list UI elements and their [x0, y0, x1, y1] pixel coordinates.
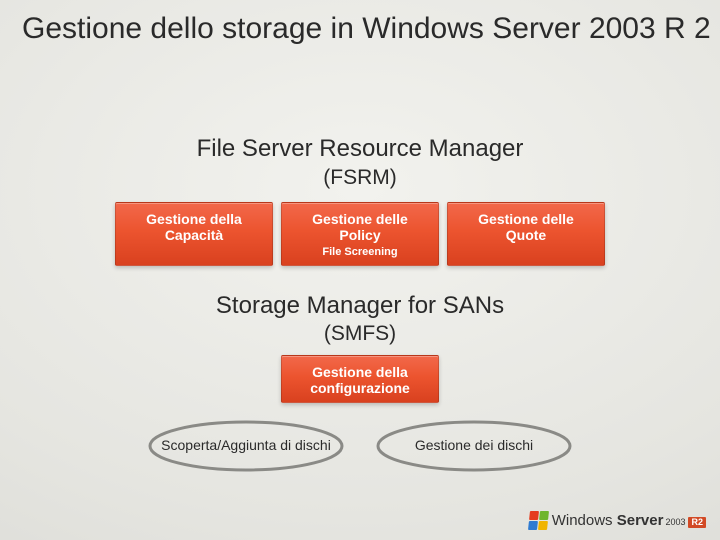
- block-capacity-l1: Gestione della: [146, 211, 242, 227]
- block-policy-small: File Screening: [286, 246, 434, 259]
- windows-flag-icon: [528, 511, 549, 530]
- ellipse-disks-label: Gestione dei dischi: [374, 418, 574, 474]
- brand-suffix: Server: [617, 512, 664, 529]
- section2-heading: Storage Manager for SANs: [0, 292, 720, 320]
- slide: Gestione dello storage in Windows Server…: [0, 0, 720, 540]
- block-config-l1: Gestione della: [312, 364, 408, 380]
- block-quota-l1: Gestione delle: [478, 211, 574, 227]
- ellipse-discovery-label: Scoperta/Aggiunta di dischi: [146, 418, 346, 474]
- block-config: Gestione della configurazione: [281, 355, 439, 403]
- section1-sub: (FSRM): [0, 166, 720, 190]
- slide-title: Gestione dello storage in Windows Server…: [22, 12, 711, 47]
- block-capacity: Gestione della Capacità: [115, 202, 273, 266]
- brand-prefix: Windows: [552, 512, 613, 529]
- footer-logo: Windows Server2003R2: [529, 511, 706, 530]
- footer-logo-text: Windows Server2003R2: [552, 513, 706, 528]
- r2-badge: R2: [688, 517, 706, 528]
- block-quota: Gestione delle Quote: [447, 202, 605, 266]
- ellipse-discovery: Scoperta/Aggiunta di dischi: [146, 418, 346, 474]
- ellipse-disks: Gestione dei dischi: [374, 418, 574, 474]
- block-policy-l1: Gestione delle: [312, 211, 408, 227]
- section1-row: Gestione della Capacità Gestione delle P…: [0, 202, 720, 266]
- block-quota-l2: Quote: [506, 227, 546, 243]
- block-policy: Gestione delle Policy File Screening: [281, 202, 439, 266]
- block-capacity-l2: Capacità: [165, 227, 223, 243]
- section1-heading: File Server Resource Manager: [0, 135, 720, 163]
- brand-year: 2003: [665, 517, 685, 527]
- section2-top-row: Gestione della configurazione: [0, 355, 720, 403]
- section2-ellipse-row: Scoperta/Aggiunta di dischi Gestione dei…: [0, 418, 720, 474]
- section2-sub: (SMFS): [0, 322, 720, 346]
- block-policy-l2: Policy: [339, 227, 380, 243]
- block-config-l2: configurazione: [310, 380, 410, 396]
